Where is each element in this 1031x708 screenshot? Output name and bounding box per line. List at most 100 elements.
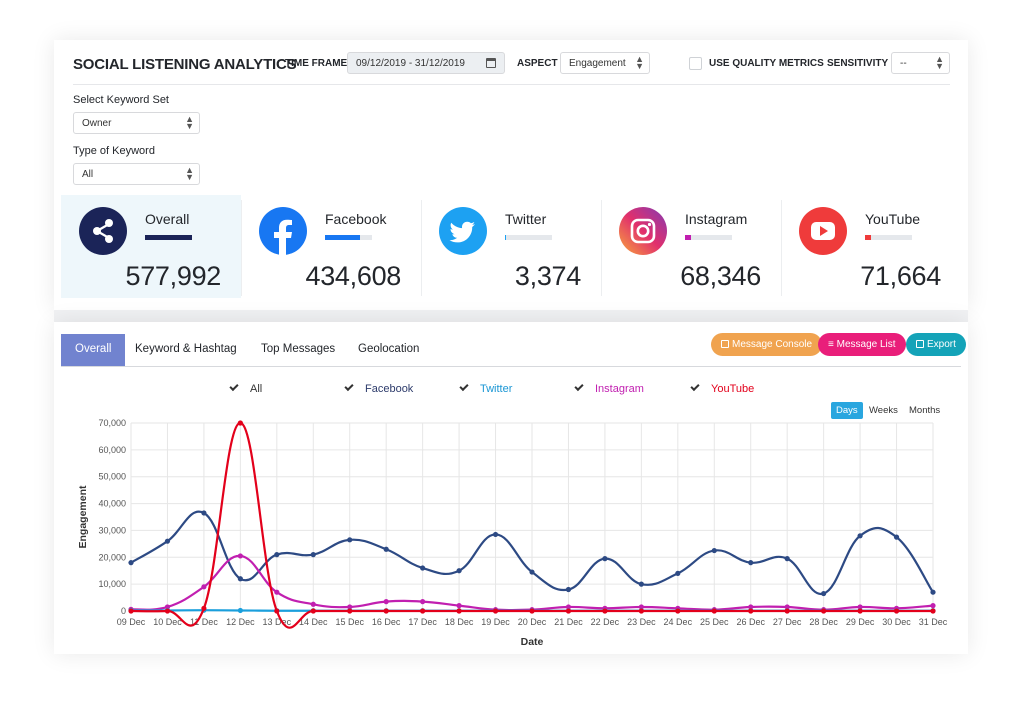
data-point-youtube (748, 608, 754, 614)
platform-share-bar (865, 235, 912, 240)
data-point-instagram (237, 553, 243, 559)
y-tick-label: 40,000 (98, 499, 126, 509)
data-point-youtube (310, 608, 316, 614)
y-tick-label: 70,000 (98, 418, 126, 428)
twitter-icon (439, 207, 487, 255)
x-tick-label: 26 Dec (736, 617, 765, 627)
keyword-type-select[interactable]: All ▲ ▼ (73, 163, 200, 185)
data-point-facebook (893, 534, 900, 540)
header-divider (73, 84, 950, 85)
platform-tile-youtube[interactable]: YouTube 71,664 (781, 195, 961, 298)
data-point-facebook (602, 556, 608, 562)
x-tick-label: 18 Dec (445, 617, 474, 627)
y-tick-label: 0 (121, 606, 126, 616)
select-arrows-icon: ▲ ▼ (185, 114, 194, 131)
platform-value: 71,664 (860, 261, 941, 291)
keyword-type-label: Type of Keyword (73, 145, 155, 157)
data-point-facebook (748, 560, 754, 566)
platform-name: Twitter (505, 211, 547, 227)
x-tick-label: 10 Dec (153, 617, 182, 627)
data-point-instagram (456, 603, 462, 609)
platform-tile-facebook[interactable]: Facebook 434,608 (241, 195, 421, 298)
data-point-youtube (383, 608, 389, 614)
data-point-instagram (383, 599, 389, 605)
x-tick-label: 17 Dec (408, 617, 437, 627)
x-tick-label: 28 Dec (809, 617, 838, 627)
platform-share-bar (325, 235, 372, 240)
x-tick-label: 23 Dec (627, 617, 656, 627)
data-point-youtube (201, 605, 207, 611)
platform-tile-instagram[interactable]: Instagram 68,346 (601, 195, 781, 298)
data-point-facebook (565, 586, 572, 593)
data-point-facebook (930, 589, 936, 595)
x-tick-label: 29 Dec (846, 617, 875, 627)
y-tick-label: 10,000 (98, 579, 126, 589)
platform-tile-twitter[interactable]: Twitter 3,374 (421, 195, 601, 298)
platform-name: Facebook (325, 211, 387, 227)
x-tick-label: 31 Dec (919, 617, 948, 627)
data-point-facebook (420, 565, 426, 571)
data-point-youtube (711, 608, 717, 614)
x-tick-label: 14 Dec (299, 617, 328, 627)
data-point-facebook (128, 560, 134, 566)
sensitivity-select[interactable]: -- ▲ ▼ (891, 52, 950, 74)
x-tick-label: 25 Dec (700, 617, 729, 627)
data-point-youtube (237, 420, 243, 426)
x-tick-label: 27 Dec (773, 617, 802, 627)
platform-tile-overall[interactable]: Overall 577,992 (61, 195, 241, 298)
platform-value: 3,374 (514, 261, 581, 291)
x-tick-label: 30 Dec (882, 617, 911, 627)
data-point-youtube (529, 608, 535, 614)
platform-name: Overall (145, 211, 190, 227)
data-point-youtube (821, 608, 827, 614)
data-point-twitter (237, 607, 243, 614)
platform-name: Instagram (685, 211, 748, 227)
platform-name: YouTube (865, 211, 921, 227)
analytics-summary-card: SOCIAL LISTENING ANALYTICS TIME FRAME 09… (54, 40, 968, 310)
platform-value: 68,346 (680, 261, 761, 291)
x-tick-label: 16 Dec (372, 617, 401, 627)
y-tick-label: 50,000 (98, 472, 126, 482)
keyword-set-value: Owner (82, 118, 112, 129)
data-point-youtube (164, 608, 171, 614)
data-point-youtube (492, 608, 499, 614)
aspect-select[interactable]: Engagement ▲ ▼ (560, 52, 650, 74)
x-tick-label: 20 Dec (518, 617, 547, 627)
platform-share-bar (685, 235, 732, 240)
data-point-instagram (274, 589, 280, 595)
facebook-icon (259, 207, 307, 255)
time-frame-field[interactable]: 09/12/2019 - 31/12/2019 (347, 52, 505, 74)
time-frame-label: TIME FRAME (285, 58, 348, 69)
chart-card: Overall Keyword & Hashtag Top Messages G… (54, 322, 968, 654)
data-point-facebook (347, 537, 353, 543)
x-tick-label: 24 Dec (664, 617, 693, 627)
data-point-youtube (784, 608, 790, 614)
data-point-instagram (420, 599, 426, 605)
data-point-youtube (638, 608, 644, 614)
youtube-icon (799, 207, 847, 255)
calendar-icon[interactable] (486, 58, 496, 68)
x-axis-title: Date (521, 636, 544, 648)
app-title: SOCIAL LISTENING ANALYTICS (73, 56, 297, 73)
data-point-facebook (310, 552, 316, 558)
quality-metrics-checkbox[interactable] (689, 57, 702, 70)
data-point-facebook (383, 546, 389, 552)
data-point-youtube (456, 608, 462, 614)
select-arrows-icon: ▲ ▼ (185, 165, 194, 182)
x-tick-label: 12 Dec (226, 617, 255, 627)
data-point-youtube (274, 608, 280, 614)
platform-share-bar (145, 235, 192, 240)
y-axis-title: Engagement (77, 485, 89, 549)
x-tick-label: 22 Dec (591, 617, 620, 627)
instagram-icon (619, 207, 667, 255)
data-point-youtube (565, 608, 572, 614)
data-point-youtube (602, 608, 608, 614)
data-point-youtube (893, 608, 900, 614)
x-tick-label: 19 Dec (481, 617, 510, 627)
keyword-set-select[interactable]: Owner ▲ ▼ (73, 112, 200, 134)
select-arrows-icon: ▲ ▼ (935, 54, 944, 71)
data-point-facebook (711, 547, 717, 554)
data-point-facebook (638, 581, 644, 587)
keyword-type-value: All (82, 169, 94, 180)
data-point-facebook (237, 576, 243, 582)
